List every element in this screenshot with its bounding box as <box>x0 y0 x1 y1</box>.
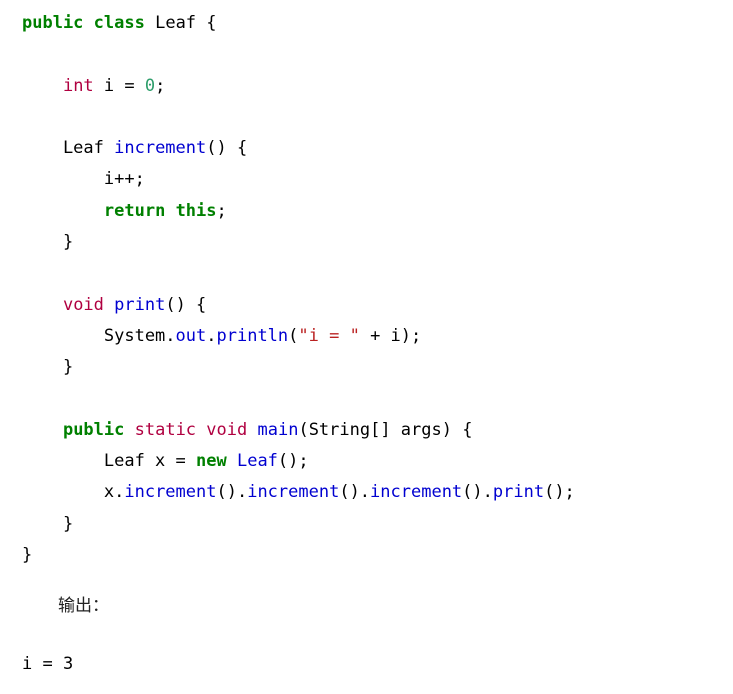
code-token: out <box>175 325 207 346</box>
code-token: i++; <box>22 169 145 190</box>
code-token: (); <box>277 451 309 472</box>
code-token: . <box>206 325 217 346</box>
code-line: public static void main(String[] args) { <box>0 415 733 446</box>
code-line: Leaf increment() { <box>0 133 733 164</box>
code-line: x.increment().increment().increment().pr… <box>0 477 733 508</box>
code-token: void <box>62 294 104 315</box>
code-token: 0 <box>144 75 156 96</box>
code-token: Leaf <box>22 138 115 159</box>
code-token: new <box>196 451 227 472</box>
code-token: Leaf { <box>144 13 217 33</box>
code-token: + i); <box>359 325 422 346</box>
output-label: 输出： <box>58 596 109 617</box>
code-token: public <box>22 13 84 33</box>
code-token: print <box>114 294 166 315</box>
code-token: (). <box>462 482 493 503</box>
code-token: class <box>93 13 145 33</box>
code-line: } <box>0 227 733 258</box>
code-token: (). <box>216 482 248 503</box>
code-token: increment <box>247 482 340 503</box>
code-line: void print() { <box>0 290 733 321</box>
code-token: } <box>22 513 74 534</box>
code-token: this <box>175 200 217 221</box>
code-token: () { <box>165 294 207 315</box>
code-token: Leaf <box>236 451 278 472</box>
code-line: } <box>0 540 733 571</box>
code-listing: public class Leaf { int i = 0; Leaf incr… <box>0 0 733 694</box>
code-token: (String[] args) { <box>298 419 473 440</box>
code-line: System.out.println("i = " + i); <box>0 321 733 352</box>
output-spacer-mid <box>0 623 733 649</box>
code-lines-container: public class Leaf { int i = 0; Leaf incr… <box>0 8 733 571</box>
output-value: i = 3 <box>22 653 74 674</box>
code-line: } <box>0 352 733 383</box>
code-token: () { <box>206 138 248 159</box>
code-token: Leaf x = <box>22 451 196 472</box>
code-token: println <box>216 325 289 346</box>
code-token: void <box>206 419 248 440</box>
code-line: return this; <box>0 196 733 227</box>
code-line: Leaf x = new Leaf(); <box>0 446 733 477</box>
code-line: i++; <box>0 164 733 195</box>
code-token: ( <box>288 325 299 346</box>
code-token: } <box>22 545 33 566</box>
code-token: increment <box>114 138 207 159</box>
code-token: (); <box>544 482 575 503</box>
code-token: static <box>134 419 197 440</box>
code-token: increment <box>124 482 217 503</box>
code-token: i = <box>93 75 145 96</box>
code-line: public class Leaf { <box>0 8 733 39</box>
code-token: ; <box>155 75 166 96</box>
code-line: } <box>0 509 733 540</box>
code-token: } <box>22 357 74 378</box>
code-token: ; <box>216 200 227 221</box>
output-spacer-top <box>0 571 733 591</box>
code-line: int i = 0; <box>0 71 733 102</box>
code-token: "i = " <box>298 325 360 346</box>
code-token: x. <box>22 482 125 503</box>
code-token: } <box>22 232 74 253</box>
code-token: main <box>257 419 299 440</box>
code-token: print <box>492 482 545 503</box>
code-token: increment <box>370 482 463 503</box>
code-token: (). <box>339 482 371 503</box>
code-token: return <box>103 200 166 221</box>
code-token: int <box>62 75 94 96</box>
code-token: public <box>62 419 125 440</box>
code-token: System. <box>22 325 176 346</box>
